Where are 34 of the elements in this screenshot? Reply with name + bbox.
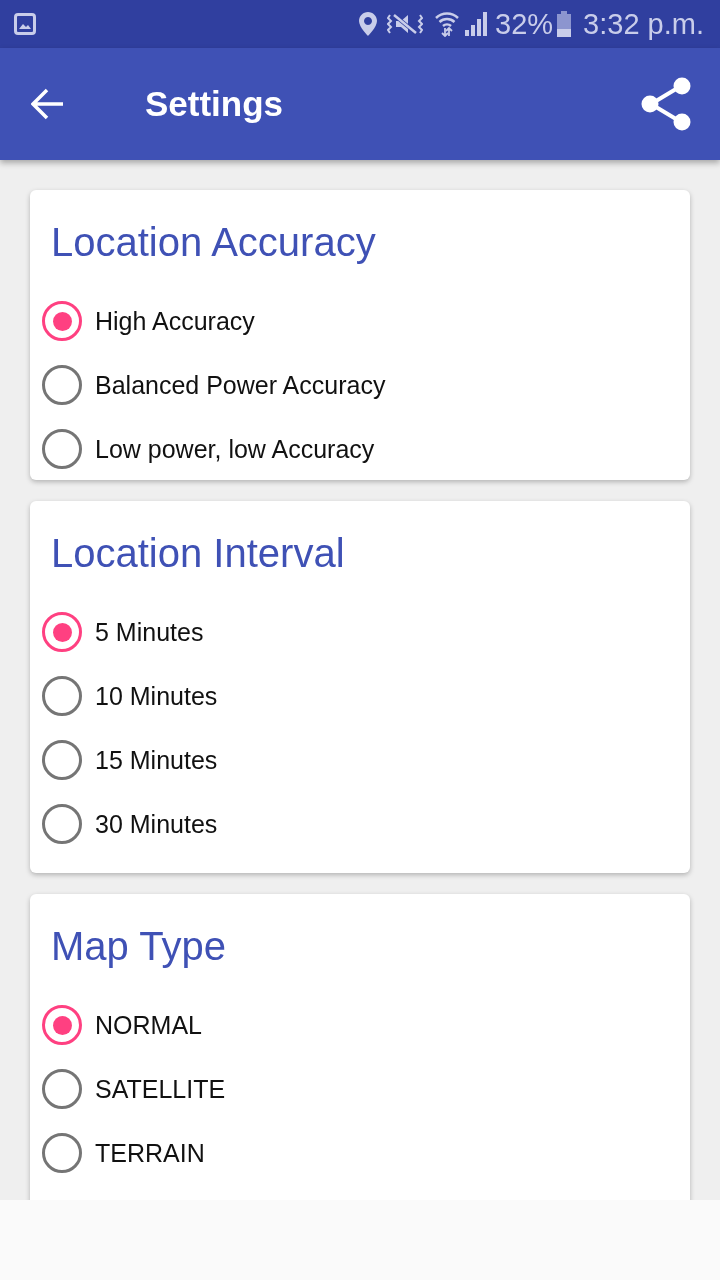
radio-label: 10 Minutes bbox=[95, 681, 218, 712]
wifi-icon bbox=[435, 11, 460, 37]
radio-button[interactable] bbox=[42, 740, 82, 780]
radio-button[interactable] bbox=[42, 676, 82, 716]
radio-button[interactable] bbox=[42, 301, 82, 341]
radio-label: Low power, low Accuracy bbox=[95, 434, 375, 465]
radio-label: Balanced Power Accuracy bbox=[95, 370, 386, 401]
location-pin-icon bbox=[359, 12, 378, 36]
back-arrow-icon bbox=[31, 88, 65, 120]
battery-percentage: 32% bbox=[495, 7, 554, 41]
battery-icon bbox=[557, 11, 572, 37]
radio-label: NORMAL bbox=[95, 1010, 202, 1041]
radio-button[interactable] bbox=[42, 1005, 82, 1045]
share-icon bbox=[641, 77, 691, 131]
app-bar-title: Settings bbox=[145, 83, 284, 125]
radio-button[interactable] bbox=[42, 1069, 82, 1109]
radio-button[interactable] bbox=[42, 612, 82, 652]
radio-button[interactable] bbox=[42, 429, 82, 469]
clock-time: 3:32 p.m. bbox=[583, 7, 704, 41]
radio-label: SATELLITE bbox=[95, 1074, 226, 1105]
radio-label: 30 Minutes bbox=[95, 809, 218, 840]
image-icon bbox=[14, 13, 36, 35]
section-title: Location Accuracy bbox=[51, 219, 376, 266]
section-title: Map Type bbox=[51, 923, 226, 970]
radio-label: High Accuracy bbox=[95, 306, 255, 337]
radio-label: 15 Minutes bbox=[95, 745, 218, 776]
radio-button[interactable] bbox=[42, 804, 82, 844]
signal-icon bbox=[465, 12, 490, 36]
radio-label: 5 Minutes bbox=[95, 617, 204, 648]
section-title: Location Interval bbox=[51, 530, 345, 577]
radio-button[interactable] bbox=[42, 365, 82, 405]
radio-button[interactable] bbox=[42, 1133, 82, 1173]
radio-label: TERRAIN bbox=[95, 1138, 205, 1169]
vibrate-muted-icon bbox=[387, 12, 424, 36]
